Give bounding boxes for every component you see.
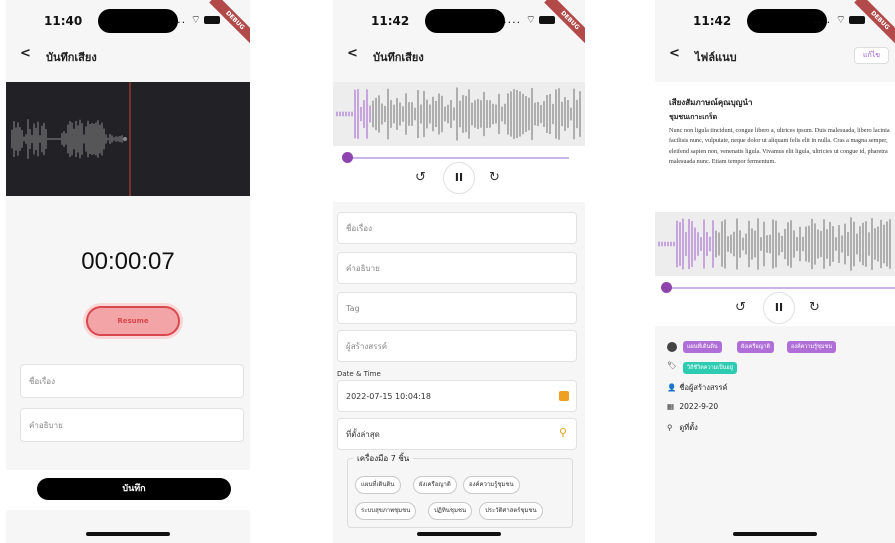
recording-screen: 11:40 .... ⌔ DEBUG < บันทึกเสียง 00:00:0… <box>6 0 250 543</box>
nav-bar: < ไฟล์แนบ แก้ไข <box>655 44 895 66</box>
person-icon: 👤 <box>667 383 677 392</box>
nav-bar: < บันทึกเสียง <box>6 44 250 66</box>
date-field[interactable]: 2022-07-15 10:04:18 <box>337 380 577 412</box>
location-row[interactable]: ⚲ ดูที่ตั้ง <box>667 422 698 434</box>
status-time: 11:40 <box>44 14 83 28</box>
battery-icon <box>204 16 220 24</box>
forward-icon[interactable]: ↻ <box>809 300 820 315</box>
seek-track[interactable] <box>667 287 895 289</box>
wifi-icon: ⌔ <box>190 13 202 26</box>
view-location-link[interactable]: ดูที่ตั้ง <box>679 423 697 432</box>
status-bar: 11:42 .... ⌔ DEBUG <box>655 0 895 47</box>
status-icons: .... ⌔ <box>813 13 865 27</box>
seek-thumb[interactable] <box>661 282 672 293</box>
resume-button[interactable]: Resume <box>86 306 180 336</box>
rewind-icon[interactable]: ↺ <box>735 300 746 315</box>
attachment-detail-screen: 11:42 .... ⌔ DEBUG < ไฟล์แนบ แก้ไข เสียง… <box>655 0 895 543</box>
status-time: 11:42 <box>371 14 410 28</box>
location-pin-icon: ⚲ <box>667 423 673 432</box>
tool-chip[interactable]: ปฏิทินชุมชน <box>428 502 473 520</box>
tool-chip[interactable]: ระบบสุขภาพชุมชน <box>355 502 417 520</box>
back-button[interactable]: < <box>347 46 358 61</box>
attachment-subheading: ชุมชนเกาะเกร็ด <box>669 113 718 121</box>
signal-icon: .... <box>813 13 832 26</box>
tool-chip[interactable]: ผังเครือญาติ <box>413 476 457 494</box>
battery-icon <box>539 16 555 24</box>
description-field[interactable]: คำอธิบาย <box>20 408 244 442</box>
tools-icon <box>667 342 677 352</box>
tool-chip[interactable]: องค์ความรู้ชุมชน <box>463 476 520 494</box>
location-value: ที่ตั้งล่าสุด <box>346 430 380 439</box>
audio-player: ↺ II ↻ <box>333 82 585 202</box>
signal-icon: .... <box>168 13 187 26</box>
status-bar: 11:42 .... ⌔ DEBUG <box>333 0 585 47</box>
pause-button[interactable]: II <box>443 162 475 194</box>
back-button[interactable]: < <box>669 46 680 61</box>
home-indicator <box>417 532 501 536</box>
dynamic-island <box>425 9 505 33</box>
forward-icon[interactable]: ↻ <box>489 170 500 185</box>
save-button[interactable]: บันทึก <box>37 478 231 500</box>
recording-waveform-area <box>6 82 250 196</box>
tool-chip[interactable]: ประวัติศาสตร์ชุมชน <box>479 502 543 520</box>
date-label: Date & Time <box>337 370 381 378</box>
calendar-icon: ▦ <box>667 402 675 411</box>
tool-tag: องค์ความรู้ชุมชน <box>787 341 836 353</box>
battery-icon <box>849 16 865 24</box>
status-bar: 11:40 .... ⌔ DEBUG <box>6 0 250 47</box>
live-waveform <box>11 82 131 196</box>
status-time: 11:42 <box>693 14 732 28</box>
description-field[interactable]: คำอธิบาย <box>337 252 577 284</box>
title-field[interactable]: ชื่อเรื่อง <box>337 212 577 244</box>
home-indicator <box>86 532 170 536</box>
page-title: บันทึกเสียง <box>373 51 424 64</box>
topic-tag: วิถีชีวิตความเป็นอยู่ <box>683 362 737 374</box>
signal-icon: .... <box>503 13 522 26</box>
recording-form-screen: 11:42 .... ⌔ DEBUG < บันทึกเสียง ↺ II ↻ … <box>333 0 585 543</box>
home-indicator <box>733 532 817 536</box>
calendar-icon[interactable] <box>559 391 569 401</box>
seek-thumb[interactable] <box>342 152 353 163</box>
seek-track[interactable] <box>347 157 569 159</box>
title-field[interactable]: ชื่อเรื่อง <box>20 364 244 398</box>
date-value: 2022-07-15 10:04:18 <box>346 392 431 401</box>
date-value: 2022-9-20 <box>679 402 719 411</box>
date-row: ▦ 2022-9-20 <box>667 402 718 411</box>
status-icons: .... ⌔ <box>168 13 220 27</box>
attachment-heading: เสียงสัมภาษณ์คุณบุญนำ <box>669 98 753 107</box>
wifi-icon: ⌔ <box>835 13 847 26</box>
creator-name: ชื่อผู้สร้างสรรค์ <box>679 383 728 392</box>
attachment-description: Nunc non ligula tincidunt, congue libero… <box>669 127 890 166</box>
rewind-icon[interactable]: ↺ <box>415 170 426 185</box>
audio-waveform <box>336 87 581 141</box>
creator-row: 👤 ชื่อผู้สร้างสรรค์ <box>667 382 728 394</box>
nav-bar: < บันทึกเสียง <box>333 44 585 66</box>
page-title: บันทึกเสียง <box>46 51 97 64</box>
tag-icon: 🏷 <box>667 361 677 370</box>
location-field[interactable]: ที่ตั้งล่าสุด <box>337 418 577 450</box>
pause-button[interactable]: II <box>763 292 795 324</box>
location-pin-icon[interactable]: ⚲ <box>559 426 567 439</box>
wifi-icon: ⌔ <box>525 13 537 26</box>
edit-button[interactable]: แก้ไข <box>853 47 889 64</box>
waveform-end-dot <box>123 137 127 141</box>
waveform-box <box>333 82 585 146</box>
tool-tag: ผังเครือญาติ <box>737 341 775 353</box>
tool-chip[interactable]: แผนที่เดินดิน <box>355 476 401 494</box>
creator-field[interactable]: ผู้สร้างสรรค์ <box>337 330 577 362</box>
recording-timer: 00:00:07 <box>81 248 175 275</box>
tag-field[interactable]: Tag <box>337 292 577 324</box>
tools-title: เครื่องมือ 7 ชิ้น <box>353 452 414 465</box>
back-button[interactable]: < <box>20 46 31 61</box>
audio-waveform <box>658 217 891 271</box>
tool-tag: แผนที่เดินดิน <box>683 341 722 353</box>
waveform-box <box>655 212 895 276</box>
page-title: ไฟล์แนบ <box>695 51 737 64</box>
dynamic-island <box>98 9 178 33</box>
status-icons: .... ⌔ <box>503 13 555 27</box>
